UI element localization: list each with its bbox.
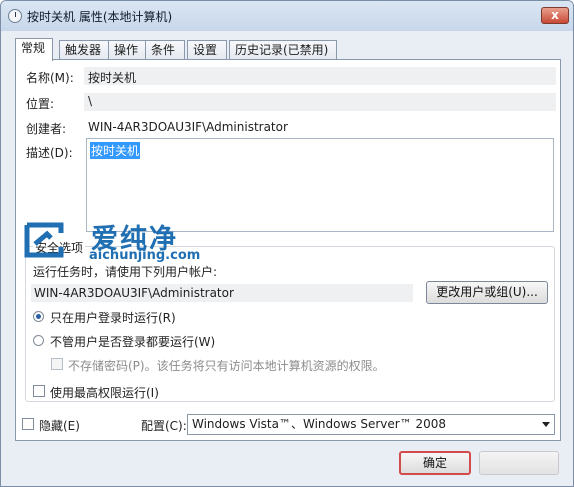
chevron-down-icon [542,422,550,427]
name-value: 按时关机 [88,71,137,85]
tab-settings[interactable]: 设置 [187,40,227,60]
highest-privileges-checkbox[interactable] [33,385,45,397]
description-label: 描述(D): [26,146,73,160]
tab-history[interactable]: 历史记录(已禁用) [229,40,337,60]
configure-label: 配置(C): [141,419,187,433]
configure-value: Windows Vista™、Windows Server™ 2008 [192,417,447,431]
location-field: \ [84,93,556,111]
run-any-radio[interactable] [33,335,44,346]
properties-dialog: 按时关机 属性(本地计算机) x 常规 触发器 操作 条件 设置 历史记录(已禁… [0,0,574,487]
title-bar[interactable]: 按时关机 属性(本地计算机) x [1,1,573,31]
name-label: 名称(M): [26,71,74,85]
user-account-value: WIN-4AR3DOAU3IF\Administrator [34,286,234,300]
author-label: 创建者: [26,122,67,136]
highest-privileges-label[interactable]: 使用最高权限运行(I) [50,384,159,401]
watermark-url: aichunjing.com [89,248,201,263]
tab-triggers[interactable]: 触发器 [59,40,109,60]
brand-logo-icon [24,222,64,258]
configure-dropdown[interactable]: Windows Vista™、Windows Server™ 2008 [187,414,555,435]
name-field[interactable]: 按时关机 [84,67,556,85]
clock-icon [8,9,22,23]
location-value: \ [88,94,93,108]
watermark-logo: 爱纯净 aichunjing.com [21,217,201,265]
close-button[interactable]: x [541,7,569,24]
hidden-label[interactable]: 隐藏(E) [39,417,80,434]
tab-actions[interactable]: 操作 [108,40,146,60]
change-user-button[interactable]: 更改用户或组(U)... [426,281,548,304]
location-label: 位置: [26,97,55,111]
no-store-password-label: 不存储密码(P)。该任务将只有访问本地计算机资源的权限。 [68,359,385,373]
run-logged-on-label[interactable]: 只在用户登录时运行(R) [50,309,176,326]
author-value: WIN-4AR3DOAU3IF\Administrator [88,120,288,134]
run-as-label: 运行任务时，请使用下列用户帐户: [33,265,218,279]
cancel-button[interactable] [479,451,559,475]
hidden-checkbox[interactable] [22,418,34,430]
run-any-label[interactable]: 不管用户是否登录都要运行(W) [50,333,215,350]
tab-general[interactable]: 常规 [15,38,53,61]
run-logged-on-radio[interactable] [33,311,44,322]
window-title: 按时关机 属性(本地计算机) [27,10,173,24]
security-options-group: 安全选项 运行任务时，请使用下列用户帐户: WIN-4AR3DOAU3IF\Ad… [25,239,555,402]
no-store-password-checkbox[interactable] [51,358,63,370]
user-account-field: WIN-4AR3DOAU3IF\Administrator [31,284,413,302]
description-value: 按时关机 [90,142,141,159]
tab-conditions[interactable]: 条件 [145,40,185,60]
ok-button[interactable]: 确定 [399,451,471,475]
